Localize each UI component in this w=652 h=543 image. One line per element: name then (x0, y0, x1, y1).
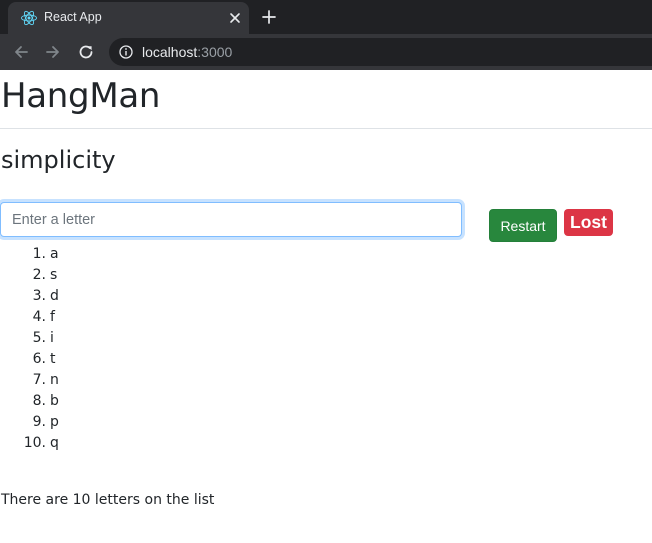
url-port: :3000 (197, 44, 233, 60)
list-item-number: 3. (32, 288, 46, 304)
browser-toolbar: localhost:3000 (0, 34, 652, 70)
browser-tab-active[interactable]: React App (8, 2, 249, 34)
list-item: 4. f (0, 307, 300, 328)
list-item-letter: q (50, 435, 59, 451)
list-item: 6. t (0, 349, 300, 370)
list-item-letter: b (50, 393, 59, 409)
secret-word: simplicity (1, 146, 116, 174)
list-item-number: 7. (32, 372, 46, 388)
tab-title: React App (44, 10, 102, 24)
restart-button[interactable]: Restart (489, 209, 557, 242)
list-item: 10. q (0, 433, 300, 454)
list-item: 3. d (0, 286, 300, 307)
letter-input[interactable] (0, 202, 462, 237)
list-item-letter: n (50, 372, 59, 388)
list-item-number: 10. (23, 435, 46, 451)
guessed-letters-list: 1. a 2. s 3. d 4. f 5. i 6. t 7. n 8. b 9. p 10. q (0, 244, 300, 454)
list-item-letter: d (50, 288, 59, 304)
list-item-letter: p (50, 414, 59, 430)
forward-arrow-icon[interactable] (44, 43, 62, 61)
page-content: HangMan simplicity Restart Lost 1.a2.s3.… (0, 70, 652, 543)
page-title: HangMan (1, 76, 161, 116)
list-item: 8. b (0, 391, 300, 412)
url-host: localhost (142, 44, 198, 60)
back-arrow-icon[interactable] (12, 43, 30, 61)
list-item-number: 5. (32, 330, 46, 346)
list-item-number: 2. (32, 267, 46, 283)
list-item-number: 9. (32, 414, 46, 430)
url-text: localhost:3000 (142, 44, 232, 60)
address-bar[interactable]: localhost:3000 (109, 38, 652, 66)
browser-tabstrip: React App (0, 0, 652, 34)
list-item-number: 4. (32, 309, 46, 325)
reload-icon[interactable] (77, 43, 95, 61)
list-item-letter: i (50, 330, 54, 346)
list-item: 9. p (0, 412, 300, 433)
close-tab-icon[interactable] (228, 11, 242, 25)
list-item-number: 1. (32, 246, 46, 262)
site-info-icon[interactable] (119, 45, 133, 59)
list-item-letter: f (50, 309, 55, 325)
header-divider (0, 128, 652, 129)
list-item-number: 6. (32, 351, 46, 367)
list-item-letter: s (50, 267, 58, 283)
list-item: 2. s (0, 265, 300, 286)
list-item: 5. i (0, 328, 300, 349)
list-item-number: 8. (32, 393, 46, 409)
react-logo-icon (21, 10, 37, 26)
letters-count-text: There are 10 letters on the list (1, 492, 215, 508)
status-badge: Lost (564, 209, 613, 236)
list-item-letter: a (50, 246, 59, 262)
list-item: 1. a (0, 244, 300, 265)
list-item: 7. n (0, 370, 300, 391)
list-item-letter: t (50, 351, 56, 367)
new-tab-icon[interactable] (261, 9, 277, 25)
